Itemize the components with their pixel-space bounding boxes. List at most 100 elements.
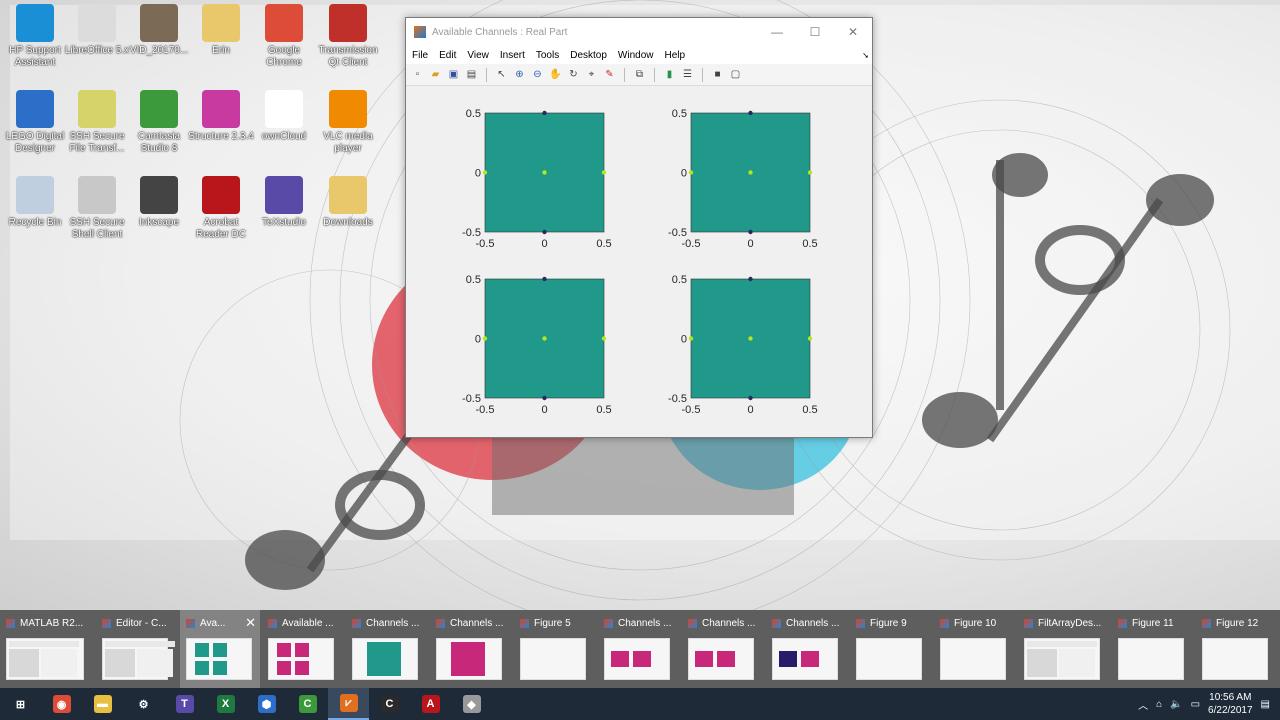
toolbar-separator (486, 67, 487, 82)
desktop-icon[interactable]: Erin (186, 4, 256, 57)
camtasia-recorder-icon: C (380, 695, 399, 713)
input-icon[interactable]: ▭ (1191, 699, 1200, 710)
data-point (542, 229, 547, 235)
settings-gear-icon: ⚙ (134, 695, 153, 713)
close-preview-icon[interactable]: ✕ (245, 615, 256, 631)
action-center-icon[interactable]: ▤ (1261, 699, 1270, 710)
taskbar-button[interactable]: ⩗ (328, 688, 369, 720)
desktop-icon[interactable]: TeXstudio (249, 176, 319, 229)
zoom-out-icon[interactable]: ⊖ (530, 67, 545, 82)
volume-icon[interactable]: 🔈 (1170, 699, 1182, 710)
desktop-icon[interactable]: Recycle Bin (0, 176, 70, 229)
rotate-3d-icon[interactable]: ↻ (566, 67, 581, 82)
save-icon[interactable]: ▣ (446, 67, 461, 82)
desktop-icon[interactable]: Downloads (313, 176, 383, 229)
desktop-icon[interactable]: Structure 2.3.4 (186, 90, 256, 143)
figure-window[interactable]: Available Channels : Real Part — ☐ ✕ Fil… (405, 17, 873, 438)
menu-tools[interactable]: Tools (536, 50, 559, 61)
camtasia-icon (140, 90, 178, 128)
taskbar-preview[interactable]: Channels ... (430, 610, 510, 688)
desktop-icon[interactable]: VLC media player (313, 90, 383, 155)
open-file-icon[interactable]: ▰ (428, 67, 443, 82)
data-cursor-icon[interactable]: ⌖ (584, 67, 599, 82)
taskbar-button[interactable]: X (205, 688, 246, 720)
hide-plot-tools-icon[interactable]: ■ (710, 67, 725, 82)
desktop-icon[interactable]: Google Chrome (249, 4, 319, 69)
y-tick-label: -0.5 (668, 393, 687, 405)
new-figure-icon[interactable]: ▫ (410, 67, 425, 82)
desktop-icon[interactable]: ownCloud (249, 90, 319, 143)
taskbar-preview[interactable]: Editor - C... (96, 610, 176, 688)
taskbar-preview[interactable]: Figure 5 (514, 610, 594, 688)
data-point (688, 170, 694, 175)
taskbar-preview[interactable]: Ava... ✕ (180, 610, 260, 688)
menu-file[interactable]: File (412, 50, 428, 61)
subplot-1[interactable]: -0.5 0 0.5 0.5 0 -0.5 (462, 108, 612, 250)
taskbar-preview[interactable]: Channels ... (766, 610, 846, 688)
matlab-figure-icon (268, 618, 277, 628)
desktop-icon[interactable]: LEGO Digital Designer (0, 90, 70, 155)
desktop-icon[interactable]: HP Support Assistant (0, 4, 70, 69)
menu-view[interactable]: View (467, 50, 489, 61)
subplot-4[interactable]: -0.5 0 0.5 0.5 0 -0.5 (668, 274, 818, 416)
taskbar-preview[interactable]: Channels ... (346, 610, 426, 688)
close-button[interactable]: ✕ (834, 25, 872, 39)
taskbar-preview[interactable]: Figure 10 (934, 610, 1014, 688)
preview-label: Ava... (200, 617, 226, 629)
menu-help[interactable]: Help (665, 50, 686, 61)
taskbar-preview[interactable]: Figure 11 (1112, 610, 1192, 688)
menu-insert[interactable]: Insert (500, 50, 525, 61)
subplot-3[interactable]: -0.5 0 0.5 0.5 0 -0.5 (462, 274, 612, 416)
taskbar-button[interactable]: A (410, 688, 451, 720)
brush-icon[interactable]: ✎ (602, 67, 617, 82)
taskbar-preview[interactable]: Available ... (262, 610, 342, 688)
title-bar[interactable]: Available Channels : Real Part — ☐ ✕ (406, 18, 872, 46)
taskbar-button[interactable]: ⬢ (246, 688, 287, 720)
desktop-icon[interactable]: SSH Secure File Transf... (62, 90, 132, 155)
show-hidden-icons-icon[interactable]: ︿ (1138, 697, 1148, 712)
link-plot-icon[interactable]: ⧉ (632, 67, 647, 82)
taskbar-preview[interactable]: FiltArrayDes... (1018, 610, 1108, 688)
preview-thumbnail (1118, 638, 1184, 680)
taskbar-preview[interactable]: Figure 9 (850, 610, 930, 688)
taskbar-button[interactable]: ⚙ (123, 688, 164, 720)
pan-hand-icon[interactable]: ✋ (548, 67, 563, 82)
taskbar-preview[interactable]: Figure 12 (1196, 610, 1276, 688)
taskbar-preview[interactable]: MATLAB R2... (0, 610, 92, 688)
desktop-icon[interactable]: Inkscape (124, 176, 194, 229)
insert-colorbar-icon[interactable]: ▮ (662, 67, 677, 82)
taskbar-button[interactable]: ◉ (41, 688, 82, 720)
matlab-figure-icon (688, 618, 697, 628)
menu-window[interactable]: Window (618, 50, 654, 61)
taskbar-button[interactable]: C (287, 688, 328, 720)
minimize-button[interactable]: — (758, 25, 796, 39)
taskbar-button[interactable]: ▬ (82, 688, 123, 720)
taskbar-button[interactable]: ◆ (451, 688, 492, 720)
menu-desktop[interactable]: Desktop (570, 50, 607, 61)
desktop-icon[interactable]: Transmission Qt Client (313, 4, 383, 69)
taskbar-button[interactable]: ⊞ (0, 688, 41, 720)
data-point (748, 336, 753, 341)
subplot-2[interactable]: -0.5 0 0.5 0.5 0 -0.5 (668, 108, 818, 250)
desktop-icon[interactable]: Acrobat Reader DC (186, 176, 256, 241)
menu-edit[interactable]: Edit (439, 50, 456, 61)
taskbar-button[interactable]: T (164, 688, 205, 720)
taskbar-preview[interactable]: Channels ... (598, 610, 678, 688)
show-plot-tools-icon[interactable]: ▢ (728, 67, 743, 82)
taskbar-button[interactable]: C (369, 688, 410, 720)
network-icon[interactable]: ⌂ (1156, 699, 1162, 710)
desktop-icon[interactable]: SSH Secure Shell Client (62, 176, 132, 241)
desktop-icon[interactable]: VID_20170... (124, 4, 194, 57)
insert-legend-icon[interactable]: ☰ (680, 67, 695, 82)
clock[interactable]: 10:56 AM 6/22/2017 (1208, 691, 1253, 717)
data-point (542, 276, 547, 282)
desktop-icon[interactable]: LibreOffice 5.x (62, 4, 132, 57)
maximize-button[interactable]: ☐ (796, 25, 834, 39)
taskbar-preview[interactable]: Channels ... (682, 610, 762, 688)
preview-thumbnail (520, 638, 586, 680)
edit-plot-arrow-icon[interactable]: ↖ (494, 67, 509, 82)
desktop-icon[interactable]: Camtasia Studio 8 (124, 90, 194, 155)
dock-arrow-icon[interactable]: ➘ (862, 51, 869, 60)
zoom-in-icon[interactable]: ⊕ (512, 67, 527, 82)
print-icon[interactable]: ▤ (464, 67, 479, 82)
